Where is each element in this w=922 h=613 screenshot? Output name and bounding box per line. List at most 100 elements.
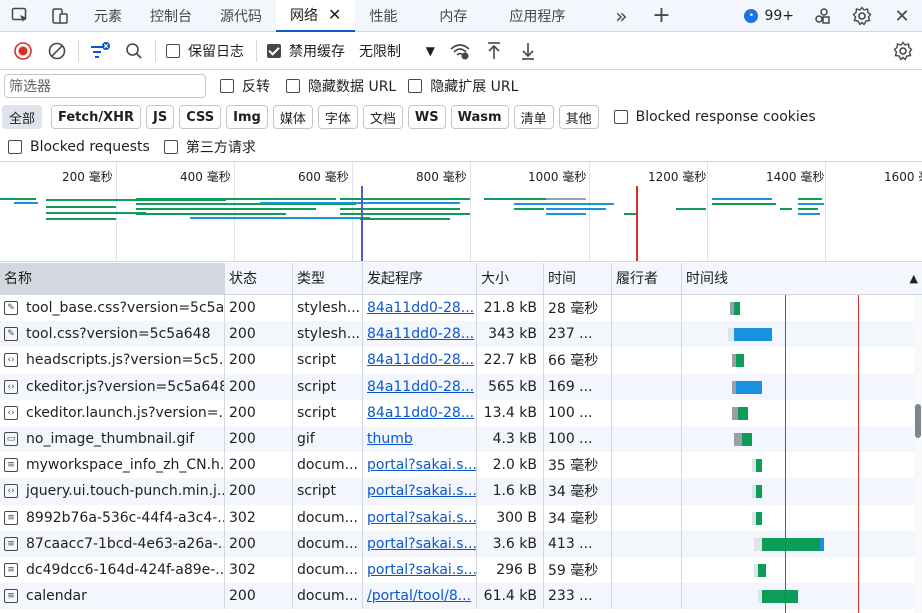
disable-cache-checkbox[interactable]: 禁用缓存 [267,41,345,61]
type-filter-all[interactable]: 全部 [2,105,43,129]
issues-badge[interactable]: • 99+ [744,8,794,24]
cell-initiator[interactable]: portal?sakai.s... [363,530,477,557]
table-row[interactable]: ✎ tool_base.css?version=5c5a... 200 stylesh… [0,295,914,322]
scrollbar-thumb[interactable] [915,404,921,438]
tab-console[interactable]: 控制台 [136,0,206,32]
cell-initiator[interactable]: portal?sakai.s... [363,556,477,584]
export-har-icon[interactable] [511,36,545,66]
preserve-log-box[interactable] [166,43,180,58]
cell-initiator[interactable]: thumb [363,425,477,453]
column-type[interactable]: 类型 [293,263,363,295]
type-filter-css[interactable]: CSS [179,105,222,129]
table-row[interactable]: ‹› jquery.ui.touch-punch.min.j... 200 scrip… [0,478,914,505]
network-overview-timeline[interactable]: 200 毫秒 400 毫秒 600 毫秒 800 毫秒 1000 毫秒 1200… [0,162,922,262]
column-time[interactable]: 时间 [544,263,612,295]
tab-application[interactable]: 应用程序 [495,0,579,32]
overview-bar [712,203,776,205]
type-filter-wasm[interactable]: Wasm [450,105,509,129]
blocked-cookies-checkbox[interactable]: Blocked response cookies [613,109,816,125]
throttling-select[interactable]: 无限制 ▼ [351,37,443,65]
type-filter-img[interactable]: Img [226,105,268,129]
blocked-requests-box[interactable] [8,139,22,154]
device-toolbar-icon[interactable] [40,0,80,32]
table-row[interactable]: ≡ 87caacc7-1bcd-4e63-a26a-... 200 docum... p… [0,530,914,557]
cell-initiator[interactable]: 84a11dd0-28... [363,347,477,374]
table-row[interactable]: ▭ no_image_thumbnail.gif 200 gif thumb 4.3 kB… [0,425,914,453]
network-settings-gear-icon[interactable] [886,36,920,66]
column-name[interactable]: 名称 [0,263,225,295]
settings-gear-icon[interactable] [842,0,882,32]
table-row[interactable]: ✎ tool.css?version=5c5a648 200 stylesh... 84… [0,321,914,348]
type-filter-other[interactable]: 其他 [558,105,599,129]
filter-toggle-button[interactable] [83,36,117,66]
cell-initiator[interactable]: 84a11dd0-28... [363,321,477,348]
filter-input[interactable]: 筛选器 [4,74,206,98]
third-party-checkbox[interactable]: 第三方请求 [163,137,256,157]
record-button[interactable] [6,36,40,66]
hide-data-url-checkbox[interactable]: 隐藏数据 URL [286,76,396,96]
close-devtools-icon[interactable]: ✕ [882,0,922,32]
column-size[interactable]: 大小 [477,263,544,295]
type-filter-fetch-xhr[interactable]: Fetch/XHR [51,105,142,129]
third-party-box[interactable] [163,139,178,154]
cell-initiator[interactable]: portal?sakai.s... [363,452,477,479]
blocked-requests-checkbox[interactable]: Blocked requests [8,139,150,155]
table-row[interactable]: ‹› headscripts.js?version=5c5... 200 script… [0,347,914,374]
hide-ext-url-checkbox[interactable]: 隐藏扩展 URL [408,76,518,96]
tab-network[interactable]: 网络 ✕ [276,0,356,32]
tab-elements[interactable]: 元素 [80,0,136,32]
customize-icon[interactable] [802,0,842,32]
column-waterfall[interactable]: 时间线 ▲ [682,263,922,295]
toolbar-divider [155,39,156,62]
overview-bar [798,208,818,210]
cell-initiator[interactable]: 84a11dd0-28... [363,295,477,322]
column-fulfilled-by[interactable]: 履行者 [612,263,682,295]
table-row[interactable]: ≡ calendar 200 docum.../portal/tool/8... 61.… [0,583,914,610]
hide-data-url-box[interactable] [286,79,300,93]
blocked-cookies-box[interactable] [613,110,628,124]
import-har-icon[interactable] [477,36,511,66]
type-filter-manifest[interactable]: 清单 [513,105,554,129]
table-row[interactable]: ≡ 8992b76a-536c-44f4-a3c4-... 302 docum... p… [0,504,914,531]
cell-initiator[interactable]: portal?sakai.s... [363,504,477,531]
clear-button[interactable] [40,36,74,66]
preserve-log-checkbox[interactable]: 保留日志 [166,41,244,61]
column-initiator[interactable]: 发起程序 [363,263,477,295]
waterfall-cell [682,374,914,400]
inspect-element-icon[interactable] [0,0,40,32]
table-scrollbar[interactable] [914,295,922,613]
network-conditions-icon[interactable] [443,36,477,66]
overview-tick [352,162,353,261]
type-filter-font[interactable]: 字体 [317,105,358,129]
blocked-cookies-label: Blocked response cookies [635,109,816,125]
load-event-line [858,295,859,613]
type-filter-media[interactable]: 媒体 [272,105,313,129]
type-filter-doc[interactable]: 文档 [362,105,403,129]
type-filter-ws[interactable]: WS [407,105,446,129]
cell-initiator[interactable]: portal?sakai.s... [363,478,477,505]
table-row[interactable]: ‹› ckeditor.launch.js?version=... 200 scrip… [0,399,914,426]
table-row[interactable]: ≡ myworkspace_info_zh_CN.h... 200 docum... p… [0,452,914,479]
waterfall-cell [682,557,914,583]
request-name: no_image_thumbnail.gif [26,431,195,448]
table-row[interactable]: ≡ dc49dcc6-164d-424f-a89e-... 302 docum... p… [0,556,914,584]
cell-initiator[interactable]: 84a11dd0-28... [363,373,477,400]
column-status[interactable]: 状态 [225,263,293,295]
cell-initiator[interactable]: /portal/tool/8... [363,583,477,610]
add-tab-icon[interactable]: + [641,0,681,32]
type-filter-js[interactable]: JS [146,105,175,129]
tab-sources[interactable]: 源代码 [206,0,276,32]
invert-checkbox[interactable]: 反转 [220,76,270,96]
table-row[interactable]: ‹› ckeditor.js?version=5c5a648 200 script 84… [0,373,914,400]
tab-performance[interactable]: 性能 [355,0,411,32]
close-icon[interactable]: ✕ [328,5,341,24]
waterfall-bar [734,432,742,446]
hide-ext-url-box[interactable] [408,79,423,93]
search-icon[interactable] [117,36,151,66]
more-tabs-icon[interactable]: » [601,0,641,32]
cell-status: 200 [225,321,293,348]
tab-memory[interactable]: 内存 [411,0,495,32]
disable-cache-box[interactable] [267,43,281,58]
cell-initiator[interactable]: 84a11dd0-28... [363,399,477,426]
invert-box[interactable] [220,79,234,93]
